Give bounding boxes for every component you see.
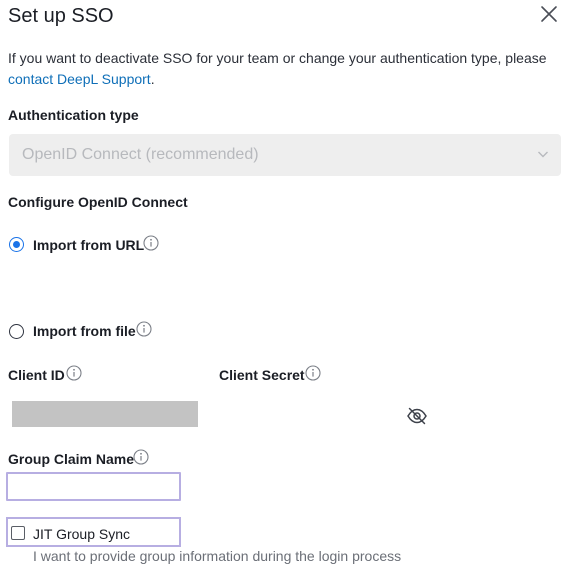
client-secret-label: Client Secret [219, 367, 305, 383]
contact-support-link[interactable]: contact DeepL Support [8, 71, 151, 87]
dialog-title: Set up SSO [8, 5, 114, 27]
info-icon[interactable] [305, 365, 321, 381]
import-file-label[interactable]: Import from file [33, 323, 136, 339]
eye-off-icon [407, 407, 427, 425]
toggle-secret-visibility-button[interactable] [406, 405, 428, 427]
import-file-radio[interactable] [9, 324, 24, 339]
intro-body: If you want to deactivate SSO for your t… [8, 50, 547, 66]
chevron-down-icon [538, 151, 548, 158]
close-icon [541, 6, 557, 22]
import-url-radio[interactable] [9, 237, 24, 252]
configure-heading: Configure OpenID Connect [8, 194, 188, 210]
client-id-label: Client ID [8, 367, 65, 383]
intro-text: If you want to deactivate SSO for your t… [8, 48, 556, 90]
auth-type-label: Authentication type [8, 107, 139, 123]
info-icon[interactable] [66, 365, 82, 381]
info-icon[interactable] [136, 321, 152, 337]
info-icon[interactable] [133, 449, 149, 465]
jit-group-sync-hint: I want to provide group information duri… [33, 548, 402, 564]
close-button[interactable] [540, 5, 558, 23]
auth-type-value: OpenID Connect (recommended) [22, 146, 259, 163]
intro-end: . [150, 71, 155, 87]
jit-group-sync-label[interactable]: JIT Group Sync [33, 526, 130, 542]
client-id-field[interactable] [12, 401, 198, 427]
jit-group-sync-checkbox[interactable] [11, 526, 25, 540]
import-url-label[interactable]: Import from URL [33, 237, 144, 253]
auth-type-select[interactable]: OpenID Connect (recommended) [9, 134, 561, 176]
group-claim-label: Group Claim Name [8, 451, 135, 467]
info-icon[interactable] [143, 235, 159, 251]
group-claim-input[interactable] [6, 472, 181, 501]
